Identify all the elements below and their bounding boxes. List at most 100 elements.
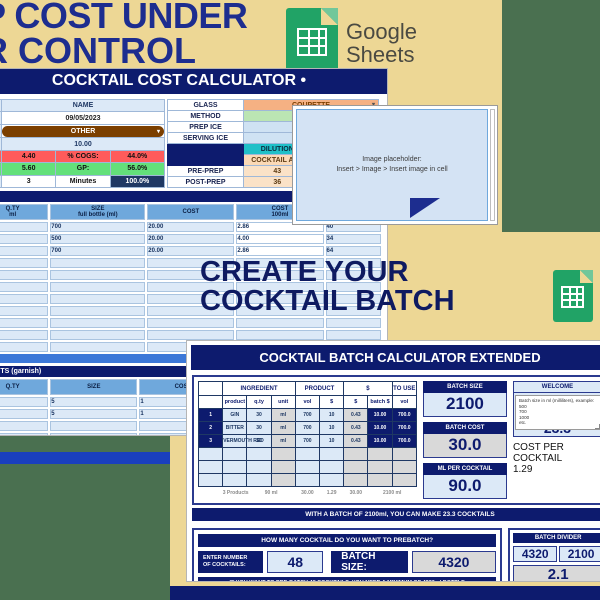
cell-size[interactable]: [50, 294, 146, 304]
batch-calculator-window[interactable]: COCKTAIL BATCH CALCULATOR EXTENDED INGRE…: [186, 340, 600, 582]
cell-vol[interactable]: [294, 446, 321, 461]
cell-vol[interactable]: [294, 472, 321, 487]
cell-cost[interactable]: 20.00: [147, 222, 235, 232]
table-row[interactable]: [0, 318, 381, 328]
time-value-cell[interactable]: 3: [0, 174, 57, 189]
cell-qty[interactable]: [0, 294, 49, 304]
cell-size[interactable]: [50, 318, 146, 328]
table-row[interactable]: [197, 459, 417, 474]
cell-size[interactable]: 5: [50, 397, 138, 407]
cocktails-count-input[interactable]: 48: [267, 551, 324, 573]
cell-qty[interactable]: 50: [0, 222, 49, 232]
cell-vol[interactable]: [294, 459, 321, 474]
category-dropdown-cell[interactable]: OTHER ▾: [1, 123, 165, 139]
cell-unit[interactable]: ml: [270, 408, 296, 423]
cell-vol[interactable]: 700: [294, 421, 321, 435]
cell-size[interactable]: [50, 306, 146, 316]
cell-size[interactable]: [50, 330, 146, 340]
cell-size[interactable]: 700: [50, 246, 146, 256]
batch-size-label: BATCH SIZE: [422, 381, 507, 393]
cell-cost[interactable]: [147, 318, 235, 328]
batch-size-value[interactable]: 2100: [422, 393, 507, 417]
cocktail-name-cell[interactable]: NAME: [1, 98, 165, 113]
cell-unit[interactable]: ml: [270, 421, 296, 435]
cell-size[interactable]: [50, 433, 138, 435]
cell-cost[interactable]: 20.00: [147, 234, 235, 244]
cell-vol[interactable]: 700: [294, 408, 321, 423]
cell-product[interactable]: BITTER: [222, 421, 248, 435]
table-row[interactable]: 2 BITTER 30 ml 700 10 0.43 10.00 700.0: [197, 421, 417, 435]
cell-size[interactable]: [50, 342, 146, 352]
cell-size[interactable]: 5: [50, 409, 138, 419]
cell-qty[interactable]: [246, 472, 272, 487]
cell-product[interactable]: VERMOUTH RED: [222, 434, 264, 448]
cell-qty[interactable]: 30: [246, 408, 272, 423]
cell-qty[interactable]: [0, 258, 49, 268]
cell-product[interactable]: [222, 446, 248, 461]
image-placeholder-area[interactable]: Image placeholder: Insert > Image > Inse…: [296, 109, 488, 221]
cell-qty[interactable]: [246, 459, 272, 474]
price-cell[interactable]: 10.00: [1, 137, 165, 151]
resize-handle-icon[interactable]: [594, 424, 600, 429]
cell-cost[interactable]: 20.00: [147, 246, 235, 256]
cell-price[interactable]: 10: [319, 421, 345, 435]
cell-product[interactable]: [222, 459, 248, 474]
cell-qty[interactable]: [0, 421, 49, 431]
cell-price[interactable]: 10: [319, 434, 345, 448]
image-placeholder-card[interactable]: Image placeholder: Insert > Image > Inse…: [292, 105, 498, 225]
table-row[interactable]: [197, 472, 417, 487]
cell-unit[interactable]: ml: [270, 434, 296, 448]
table-row[interactable]: [0, 330, 381, 340]
sub-usevol: vol: [391, 395, 417, 410]
row-index: [197, 472, 224, 487]
cell-qty[interactable]: [246, 446, 272, 461]
table-row[interactable]: 3 VERMOUTH RED 30 ml 700 10 0.43 10.00 7…: [197, 434, 417, 448]
cell-size[interactable]: [50, 258, 146, 268]
table-row[interactable]: 1 GIN 30 ml 700 10 0.43 10.00 700.0: [197, 408, 417, 423]
cell-abv[interactable]: 34: [325, 234, 381, 244]
cell-qty[interactable]: [0, 330, 49, 340]
cell-price[interactable]: [319, 459, 345, 474]
cell-size[interactable]: [50, 421, 138, 431]
cell-qty[interactable]: [0, 342, 49, 352]
batch-ingredients-table[interactable]: INGREDIENT PRODUCT $ TO USE product q.ty…: [197, 380, 417, 499]
cell-qty[interactable]: [0, 282, 49, 292]
cell-size[interactable]: [50, 282, 146, 292]
cell-unit[interactable]: [270, 459, 296, 474]
cell-qty[interactable]: 1: [0, 397, 49, 407]
cell-qty[interactable]: 25: [0, 234, 49, 244]
cell-size[interactable]: [50, 270, 146, 280]
cost-summary-left-table[interactable]: : NAME E: 09/05/2023 E: OTHER ▾: [0, 98, 166, 189]
table-row[interactable]: 25 500 20.00 4.00 34: [0, 234, 381, 244]
table-row[interactable]: 20 700 20.00 2.86 64: [0, 246, 381, 256]
cell-size[interactable]: 500: [50, 234, 146, 244]
cocktail-date-cell[interactable]: 09/05/2023: [1, 111, 165, 125]
cell-abv[interactable]: 64: [325, 246, 381, 256]
cell-unit[interactable]: [270, 472, 296, 487]
cell-product[interactable]: [222, 472, 248, 487]
cell-cost[interactable]: [147, 330, 235, 340]
cell-abv[interactable]: [325, 318, 381, 328]
cell-qty[interactable]: 1: [0, 409, 49, 419]
cell-qty[interactable]: [0, 433, 49, 435]
cell-price[interactable]: [319, 472, 345, 487]
cell-vol[interactable]: 700: [294, 434, 321, 448]
cell-qty[interactable]: [0, 306, 49, 316]
cell-qty[interactable]: [0, 318, 49, 328]
tooltip-text: Batch size in ml (milliliters), example:…: [518, 398, 595, 426]
cell-qty[interactable]: 30: [246, 421, 272, 435]
cell-price[interactable]: 10: [319, 408, 345, 423]
scrollbar[interactable]: [490, 109, 495, 221]
category-pill[interactable]: OTHER ▾: [2, 125, 164, 137]
cell-qty[interactable]: [0, 270, 49, 280]
cell-abv[interactable]: [325, 330, 381, 340]
cell-product[interactable]: GIN: [222, 408, 248, 423]
bottom-headline-line-2: COCKTAIL BATCH: [200, 285, 455, 317]
table-row[interactable]: [197, 446, 417, 461]
chevron-down-icon[interactable]: ▾: [157, 128, 160, 135]
cell-qty[interactable]: 20: [0, 246, 49, 256]
batch-size-kpi[interactable]: BATCH SIZE 2100: [422, 381, 507, 417]
cell-price[interactable]: [319, 446, 345, 461]
cell-size[interactable]: 700: [50, 222, 146, 232]
cell-unit[interactable]: [270, 446, 296, 461]
